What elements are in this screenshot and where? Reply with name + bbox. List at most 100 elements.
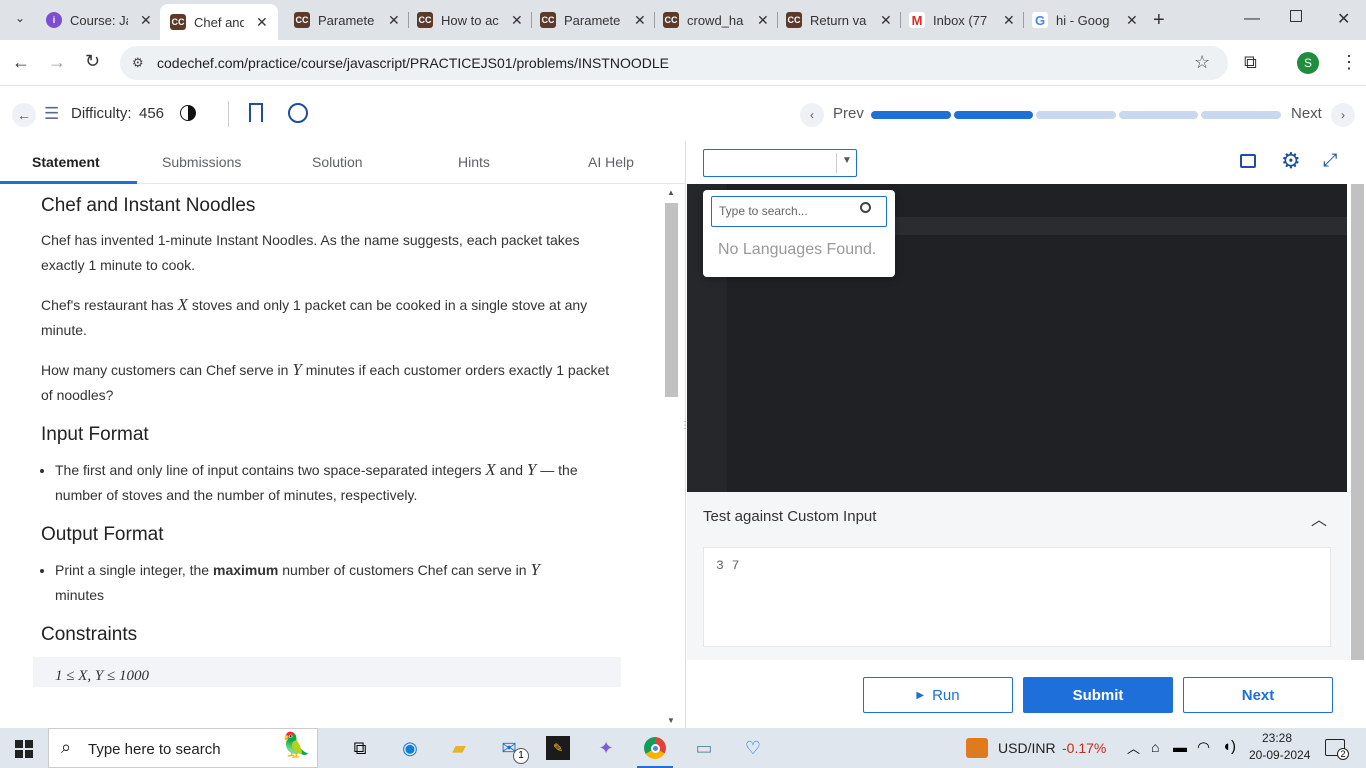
meet-icon[interactable]: ⌂ xyxy=(1151,739,1159,755)
browser-tab-return[interactable]: CC Return va ✕ xyxy=(786,6,898,34)
bookmark-icon[interactable] xyxy=(249,103,263,122)
codechef-icon: CC xyxy=(417,12,433,28)
search-placeholder: Type here to search xyxy=(88,741,221,758)
scroll-up-icon[interactable]: ▲ xyxy=(667,188,675,197)
reload-icon[interactable]: ↻ xyxy=(85,51,100,72)
edge-icon[interactable]: ◉ xyxy=(398,736,422,760)
volume-icon[interactable]: ◖) xyxy=(1222,738,1236,755)
windows-start-icon[interactable] xyxy=(15,740,33,758)
next-problem-button[interactable]: Next xyxy=(1291,105,1322,122)
collapse-chevron-icon[interactable]: ︿ xyxy=(1311,506,1327,530)
ticker-icon xyxy=(966,738,988,758)
text: and xyxy=(499,462,523,478)
language-select[interactable]: ▼ xyxy=(703,149,857,177)
close-tab-icon[interactable]: ✕ xyxy=(634,12,646,29)
progress-segment xyxy=(1201,111,1281,119)
tab-search-chevron-icon[interactable]: ⌄ xyxy=(12,11,28,27)
battery-icon[interactable]: ▬ xyxy=(1173,739,1187,755)
browser-tab-parameters[interactable]: CC Paramete ✕ xyxy=(294,6,406,34)
browser-menu-icon[interactable]: ⋮ xyxy=(1340,52,1358,73)
timer-icon[interactable] xyxy=(288,103,308,123)
language-search-input[interactable]: Type to search... xyxy=(711,196,887,227)
custom-input-panel: Test against Custom Input ︿ 3 7 xyxy=(687,492,1350,660)
browser-tab-strip: ⌄ i Course: Ja ✕ CC Chef and ✕ CC Parame… xyxy=(0,0,1366,40)
math-var: X xyxy=(177,295,188,314)
close-tab-icon[interactable]: ✕ xyxy=(256,14,268,31)
close-tab-icon[interactable]: ✕ xyxy=(140,12,152,29)
file-explorer-icon[interactable]: ▰ xyxy=(447,736,471,760)
taskbar-search-box[interactable]: ⌕ Type here to search 🦜 xyxy=(48,728,318,768)
chat-icon[interactable] xyxy=(1240,154,1256,168)
bookmark-star-icon[interactable]: ☆ xyxy=(1194,52,1210,73)
close-tab-icon[interactable]: ✕ xyxy=(757,12,769,29)
close-tab-icon[interactable]: ✕ xyxy=(511,12,523,29)
clock-time[interactable]: 23:28 xyxy=(1262,731,1292,745)
browser-tab-parameters-2[interactable]: CC Paramete ✕ xyxy=(540,6,652,34)
health-app-icon[interactable]: ♡ xyxy=(741,736,765,760)
tab-submissions[interactable]: Submissions xyxy=(162,154,241,170)
next-chevron-icon[interactable]: › xyxy=(1331,103,1355,127)
chrome-icon[interactable] xyxy=(643,736,667,760)
browser-tab-google[interactable]: G hi - Goog ✕ xyxy=(1032,6,1144,34)
browser-tab-chef-and[interactable]: CC Chef and ✕ xyxy=(160,4,278,40)
editor-scrollbar[interactable] xyxy=(1351,184,1364,660)
problem-header: ← ☰ Difficulty: 456 ‹ Prev Next › xyxy=(0,87,1366,141)
profile-avatar[interactable]: S xyxy=(1297,52,1319,74)
prev-chevron-icon[interactable]: ‹ xyxy=(800,103,824,127)
close-tab-icon[interactable]: ✕ xyxy=(1003,12,1015,29)
show-hidden-icons-icon[interactable]: ︿ xyxy=(1127,738,1140,757)
task-view-icon[interactable]: ⧉ xyxy=(348,736,372,760)
resize-handle-icon[interactable]: ⋮ xyxy=(680,420,690,431)
back-arrow-icon[interactable]: ← xyxy=(12,103,36,127)
copilot-icon[interactable]: ✦ xyxy=(594,736,618,760)
next-button[interactable]: Next xyxy=(1183,677,1333,713)
tab-title: Inbox (77 xyxy=(933,12,988,28)
browser-tab-inbox[interactable]: M Inbox (77 ✕ xyxy=(909,6,1021,34)
new-tab-icon[interactable]: + xyxy=(1153,9,1165,32)
gmail-icon: M xyxy=(909,12,925,28)
output-format-item: Print a single integer, the maximum numb… xyxy=(55,557,621,608)
custom-input-field[interactable]: 3 7 xyxy=(703,547,1331,647)
chevron-down-icon[interactable]: ▼ xyxy=(842,155,852,166)
clock-date[interactable]: 20-09-2024 xyxy=(1249,748,1310,762)
close-tab-icon[interactable]: ✕ xyxy=(388,12,400,29)
mail-badge: 1 xyxy=(513,748,529,764)
submit-button[interactable]: Submit xyxy=(1023,677,1173,713)
tab-title: Return va xyxy=(810,12,867,28)
tab-hints[interactable]: Hints xyxy=(458,154,490,170)
prev-button[interactable]: Prev xyxy=(833,105,864,122)
restore-icon[interactable] xyxy=(1290,10,1302,22)
ticker-label[interactable]: USD/INR xyxy=(998,740,1056,756)
tab-ai-help[interactable]: AI Help xyxy=(588,154,634,170)
windows-taskbar: ⌕ Type here to search 🦜 ⧉ ◉ ▰ ✉ 1 ✎ ✦ ▭ … xyxy=(0,728,1366,768)
url-text[interactable]: codechef.com/practice/course/javascript/… xyxy=(157,55,669,71)
address-bar[interactable]: ⚙ codechef.com/practice/course/javascrip… xyxy=(120,46,1228,80)
back-icon[interactable]: ← xyxy=(12,52,30,73)
site-info-icon[interactable]: ⚙ xyxy=(132,55,144,71)
close-window-icon[interactable]: ✕ xyxy=(1337,9,1350,29)
theme-toggle-icon[interactable] xyxy=(180,105,196,121)
scroll-down-icon[interactable]: ▼ xyxy=(667,716,675,725)
app-icon[interactable]: ▭ xyxy=(692,736,716,760)
custom-input-heading: Test against Custom Input xyxy=(703,508,877,525)
statement-scrollbar[interactable] xyxy=(665,203,678,397)
sticky-notes-icon[interactable]: ✎ xyxy=(546,736,570,760)
tab-solution[interactable]: Solution xyxy=(312,154,363,170)
problem-list-icon[interactable]: ☰ xyxy=(44,104,59,124)
browser-toolbar: ← → ↻ ⚙ codechef.com/practice/course/jav… xyxy=(0,40,1366,86)
close-tab-icon[interactable]: ✕ xyxy=(1126,12,1138,29)
browser-tab-crowd[interactable]: CC crowd_ha ✕ xyxy=(663,6,775,34)
close-tab-icon[interactable]: ✕ xyxy=(880,12,892,29)
fullscreen-icon[interactable]: ⤢ xyxy=(1323,150,1337,171)
run-button[interactable]: ▶ Run xyxy=(863,677,1013,713)
wifi-icon[interactable]: ◠ xyxy=(1197,738,1210,756)
browser-tab-how-to[interactable]: CC How to ac ✕ xyxy=(417,6,529,34)
extensions-icon[interactable]: ⧉ xyxy=(1244,52,1257,73)
minimize-icon[interactable]: — xyxy=(1244,10,1260,28)
ticker-change[interactable]: -0.17% xyxy=(1062,740,1106,756)
tab-statement[interactable]: Statement xyxy=(32,154,100,170)
settings-gear-icon[interactable]: ⚙ xyxy=(1281,148,1301,174)
forward-icon[interactable]: → xyxy=(48,52,66,73)
browser-tab-course[interactable]: i Course: Ja ✕ xyxy=(46,6,158,34)
text: Print a single integer, the xyxy=(55,562,210,578)
